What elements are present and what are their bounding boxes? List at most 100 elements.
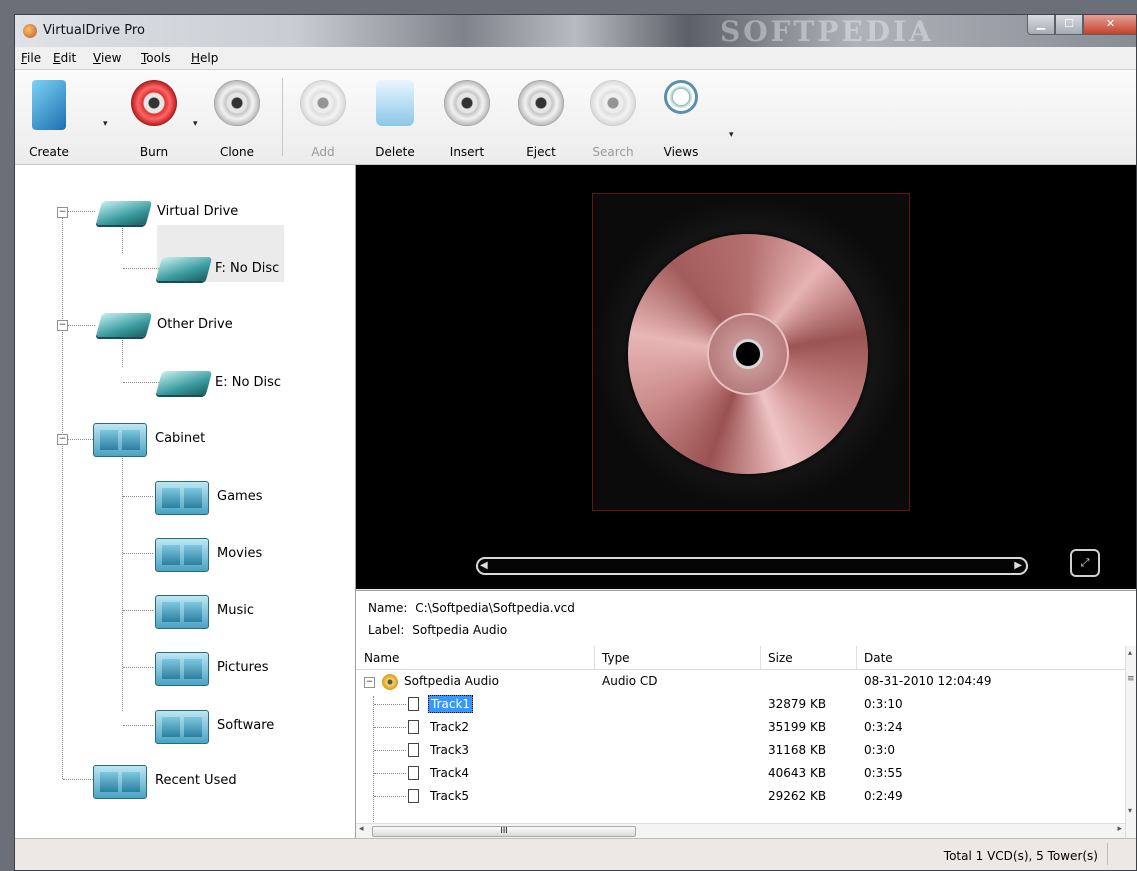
insert-button[interactable]: Insert (435, 72, 499, 162)
table-row[interactable]: Track3 31168 KB 0:3:0 (356, 739, 1126, 762)
menu-file[interactable]: File (21, 51, 41, 65)
scroll-up-arrow-icon[interactable]: ▴ (1128, 648, 1132, 657)
tree-node-software[interactable]: Software (155, 710, 295, 744)
menu-view[interactable]: View (93, 51, 121, 65)
maximize-button[interactable]: ☐ (1055, 15, 1083, 35)
cabinet-icon (93, 423, 147, 457)
image-name-row: Name: C:\Softpedia\Softpedia.vcd (368, 601, 575, 615)
file-icon (408, 789, 419, 803)
tree-node-virtual-drive[interactable]: Virtual Drive (95, 199, 259, 227)
scroll-thumb-grip-icon[interactable]: ≡ (1127, 674, 1135, 684)
close-button[interactable]: ✕ (1083, 15, 1136, 35)
tree-line (123, 382, 161, 383)
tree-node-games[interactable]: Games (155, 481, 295, 515)
title-bar[interactable]: VirtualDrive Pro SOFTPEDIA ▁ ☐ ✕ (15, 15, 1136, 48)
eject-button[interactable]: Eject (509, 72, 573, 162)
cell-date: 08-31-2010 12:04:49 (864, 674, 992, 688)
clone-disc-icon (214, 80, 260, 126)
drive-tree-pane: − Virtual Drive F: No Disc − Other Drive… (15, 165, 356, 838)
scroll-left-arrow-icon[interactable]: ◂ (359, 824, 364, 834)
tree-node-label: Software (217, 718, 275, 733)
collapse-toggle[interactable]: − (364, 677, 375, 688)
expand-view-button[interactable]: ⤢ (1070, 549, 1100, 577)
table-horizontal-scrollbar[interactable]: ◂ III ▸ (356, 823, 1126, 838)
create-button[interactable]: Create (21, 72, 77, 162)
tree-line (67, 325, 95, 326)
cell-name: Track1 (428, 695, 474, 713)
scroll-down-arrow-icon[interactable]: ▾ (1128, 806, 1132, 815)
scroll-right-icon[interactable]: ▶ (1014, 560, 1022, 571)
column-header-name[interactable]: Name (364, 651, 399, 665)
f-drive-icon (155, 257, 213, 281)
burn-dropdown-arrow-icon[interactable]: ▾ (193, 119, 198, 129)
softpedia-watermark: SOFTPEDIA (720, 15, 934, 48)
scrollbar-grip: III (500, 826, 508, 835)
menu-bar: File Edit View Tools Help (15, 47, 1136, 70)
window-title: VirtualDrive Pro (43, 23, 145, 38)
insert-disc-icon (444, 80, 490, 126)
tree-node-other-drive[interactable]: Other Drive (95, 311, 259, 339)
table-header: Name Type Size Date (356, 646, 1126, 670)
burn-button[interactable]: Burn (119, 72, 189, 162)
table-row[interactable]: Track1 32879 KB 0:3:10 (356, 693, 1126, 716)
add-button[interactable]: Add (293, 72, 353, 162)
clone-label: Clone (219, 145, 255, 159)
table-row[interactable]: Track2 35199 KB 0:3:24 (356, 716, 1126, 739)
cell-size: 29262 KB (768, 789, 827, 803)
file-icon (408, 697, 419, 711)
views-button[interactable]: Views (651, 72, 711, 162)
menu-view-label: iew (100, 51, 122, 65)
tree-node-cabinet[interactable]: Cabinet (93, 423, 253, 457)
table-row[interactable]: Track5 29262 KB 0:2:49 (356, 785, 1126, 808)
menu-help[interactable]: Help (191, 51, 218, 65)
pictures-cabinet-icon (155, 652, 209, 686)
column-divider[interactable] (856, 646, 857, 669)
tree-line (123, 667, 153, 668)
delete-button[interactable]: Delete (365, 72, 425, 162)
toolbar: Create ▾ Burn ▾ Clone Add Delete Insert … (15, 70, 1136, 165)
audio-cd-icon (382, 674, 398, 690)
column-divider[interactable] (760, 646, 761, 669)
column-header-type[interactable]: Type (602, 651, 630, 665)
eject-disc-icon (518, 80, 564, 126)
column-header-date[interactable]: Date (864, 651, 893, 665)
scroll-right-arrow-icon[interactable]: ▸ (1117, 824, 1122, 834)
status-bar: Total 1 VCD(s), 5 Tower(s) (15, 838, 1136, 870)
tree-node-label: Games (217, 489, 263, 504)
menu-tools[interactable]: Tools (141, 51, 171, 65)
table-row[interactable]: − Softpedia Audio Audio CD 08-31-2010 12… (356, 670, 1126, 693)
add-label: Add (311, 145, 335, 159)
tree-line (374, 773, 406, 774)
tree-node-music[interactable]: Music (155, 595, 295, 629)
minimize-button[interactable]: ▁ (1027, 15, 1055, 35)
column-header-size[interactable]: Size (768, 651, 793, 665)
cover-flow-scrollbar[interactable]: ◀ ▶ (476, 557, 1028, 575)
toolbar-separator (282, 78, 283, 156)
status-divider (1107, 843, 1108, 865)
name-field-value: C:\Softpedia\Softpedia.vcd (415, 601, 575, 615)
views-label: Views (663, 145, 699, 159)
tree-node-label: Other Drive (157, 317, 233, 332)
table-row[interactable]: Track4 40643 KB 0:3:55 (356, 762, 1126, 785)
column-divider[interactable] (594, 646, 595, 669)
status-summary: Total 1 VCD(s), 5 Tower(s) (943, 849, 1098, 863)
tree-line (123, 610, 153, 611)
cell-name: Track4 (430, 766, 470, 780)
scrollbar-thumb[interactable]: III (372, 826, 636, 837)
collapse-toggle[interactable]: − (57, 207, 68, 218)
disc-preview-pane: ◀ ▶ ⤢ (356, 165, 1136, 589)
views-dropdown-arrow-icon[interactable]: ▾ (729, 130, 734, 140)
menu-edit[interactable]: Edit (53, 51, 76, 65)
scroll-left-icon[interactable]: ◀ (480, 560, 488, 571)
table-vertical-scrollbar[interactable]: ▴ ≡ ▾ (1125, 646, 1136, 838)
cell-name: Track2 (430, 720, 470, 734)
tree-node-recent-used[interactable]: Recent Used (93, 765, 253, 799)
create-dropdown-arrow-icon[interactable]: ▾ (103, 119, 108, 129)
tree-node-movies[interactable]: Movies (155, 538, 295, 572)
tree-node-e-drive[interactable]: E: No Disc (155, 369, 289, 397)
search-button[interactable]: Search (581, 72, 645, 162)
tree-node-pictures[interactable]: Pictures (155, 652, 295, 686)
cell-size: 31168 KB (768, 743, 827, 757)
tree-node-f-drive[interactable]: F: No Disc (155, 255, 289, 283)
clone-button[interactable]: Clone (205, 72, 269, 162)
